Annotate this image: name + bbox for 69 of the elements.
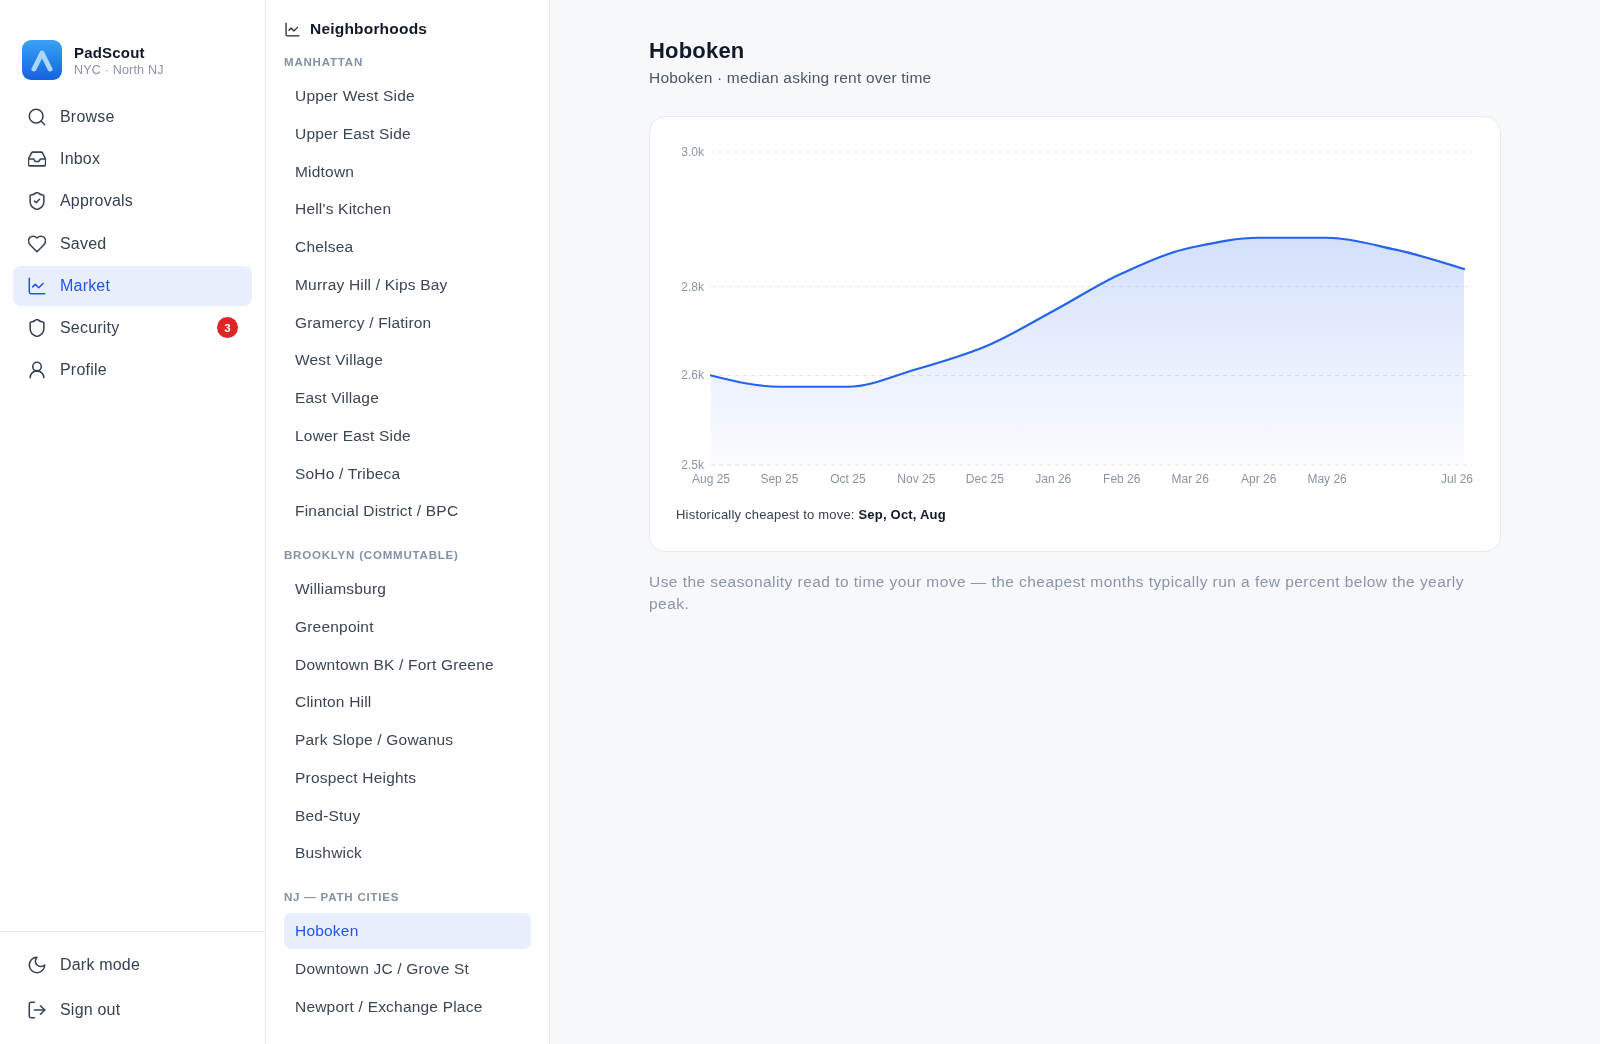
sidebar-item[interactable]: Security 3 [13, 307, 252, 348]
x-axis-label: Aug 25 [692, 472, 730, 486]
heart-icon [28, 234, 46, 253]
neighborhood-item[interactable]: Park Slope / Gowanus [284, 722, 531, 759]
neighborhood-item[interactable]: SoHo / Tribeca [284, 455, 531, 492]
sidebar-item[interactable]: Profile [13, 350, 252, 391]
x-axis-label: Sep 25 [760, 472, 799, 486]
neighborhood-item[interactable]: Financial District / BPC [284, 493, 531, 530]
sidebar-item[interactable]: Approvals [13, 181, 252, 222]
x-axis-label: Jul 26 [1440, 472, 1473, 486]
cheapest-months-text: Historically cheapest to move: Sep, Oct, Aug [676, 506, 947, 524]
sidebar-item[interactable]: Dark mode [13, 945, 252, 985]
count-badge: 3 [217, 317, 238, 339]
panel-title: Neighborhoods [310, 20, 428, 38]
sign-out-icon [28, 1001, 46, 1019]
app-name: PadScout [74, 43, 146, 61]
line-chart-icon [28, 276, 46, 295]
shield-icon [28, 318, 46, 337]
neighborhood-item[interactable]: Upper West Side [284, 78, 531, 114]
neighborhood-item[interactable]: Gramercy / Flatiron [284, 304, 531, 341]
neighborhood-item[interactable]: Bed-Stuy [284, 797, 531, 834]
neighborhood-item[interactable]: Clinton Hill [284, 684, 531, 721]
line-chart-icon [285, 21, 300, 37]
shield-check-icon [28, 192, 46, 211]
y-axis-label: 3.0k [681, 145, 704, 159]
app-region: NYC · North NJ [74, 62, 164, 77]
user-icon [28, 361, 46, 380]
x-axis-label: May 26 [1307, 472, 1347, 486]
logo-icon [22, 40, 62, 80]
neighborhood-item[interactable]: Lower East Side [284, 417, 531, 454]
neighborhood-item[interactable]: Midtown [284, 153, 531, 190]
sidebar-item[interactable]: Sign out [13, 990, 252, 1030]
x-axis-label: Feb 26 [1103, 472, 1141, 486]
neighborhood-item[interactable]: Downtown BK / Fort Greene [284, 646, 531, 683]
neighborhood-item[interactable]: Prospect Heights [284, 759, 531, 796]
inbox-icon [28, 150, 46, 169]
sidebar-item[interactable]: Saved [13, 223, 252, 264]
y-axis-label: 2.6k [681, 368, 704, 383]
y-axis-label: 2.5k [681, 458, 704, 472]
page-subtitle: Hoboken · median asking rent over time [649, 68, 933, 88]
neighborhood-item[interactable]: Greenpoint [284, 608, 531, 645]
moon-icon [28, 956, 46, 974]
x-axis-label: Mar 26 [1171, 472, 1209, 486]
sidebar-item[interactable]: Inbox [13, 139, 252, 180]
x-axis-label: Jan 26 [1035, 472, 1072, 486]
neighborhood-item[interactable]: Chelsea [284, 229, 531, 265]
note-text: Use the seasonality read to time your move — the cheapest months typically run a few percent below the yearly peak. [649, 572, 1465, 614]
neighborhood-item[interactable]: West Village [284, 342, 531, 379]
page-title: Hoboken [649, 37, 746, 65]
neighborhood-item[interactable]: Williamsburg [284, 571, 531, 608]
y-axis-label: 2.8k [681, 279, 704, 294]
neighborhood-item[interactable]: Hoboken [284, 913, 531, 950]
sidebar-item[interactable]: Browse [13, 97, 252, 137]
neighborhood-item[interactable]: Newport / Exchange Place [284, 988, 531, 1025]
neighborhood-item[interactable]: Upper East Side [284, 115, 531, 152]
group-label: MANHATTAN [284, 55, 364, 70]
x-axis-label: Nov 25 [897, 472, 936, 486]
group-label: NJ — PATH CITIES [284, 890, 401, 906]
sidebar-item[interactable]: Market [13, 265, 252, 306]
x-axis-label: Apr 26 [1240, 472, 1277, 486]
x-axis-label: Oct 25 [830, 472, 866, 486]
neighborhood-item[interactable]: Hell's Kitchen [284, 191, 531, 228]
neighborhood-item[interactable]: Bushwick [284, 835, 531, 872]
neighborhood-item[interactable]: Murray Hill / Kips Bay [284, 266, 531, 303]
x-axis-label: Dec 25 [965, 472, 1004, 486]
neighborhood-item[interactable]: East Village [284, 380, 531, 416]
neighborhood-item[interactable]: Downtown JC / Grove St [284, 950, 531, 987]
search-icon [28, 108, 46, 126]
group-label: BROOKLYN (COMMUTABLE) [284, 548, 460, 564]
